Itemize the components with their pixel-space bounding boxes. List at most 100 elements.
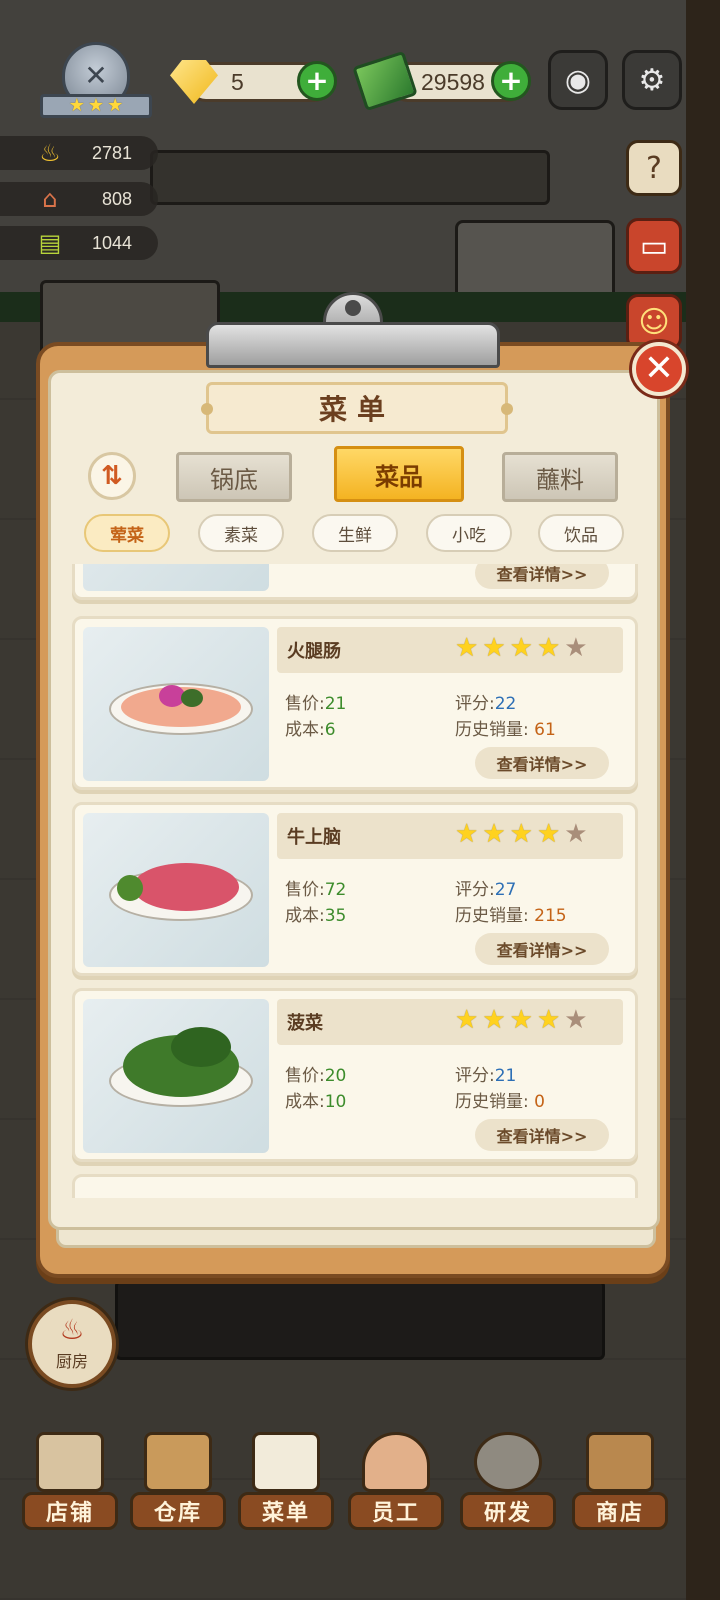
cost-value: 10	[324, 1092, 347, 1112]
dish-card[interactable]: 牛上脑 ★ ★ ★ ★ ★ 售价:72 成本:35 评分:27 历史销量: 21…	[72, 802, 638, 976]
star-icon: ★	[509, 819, 533, 849]
cost-label: 成本	[285, 906, 319, 926]
star-icon: ★	[455, 1005, 479, 1035]
sales-label: 历史销量	[455, 720, 523, 740]
score-label: 评分	[455, 1066, 489, 1086]
dish-name: 火腿肠	[287, 641, 341, 662]
nav-staff[interactable]: 员工	[344, 1424, 448, 1534]
sales-value: 215	[534, 906, 567, 926]
star-icon: ★	[509, 1005, 533, 1035]
price-label: 售价	[285, 1066, 319, 1086]
view-details-button[interactable]: 查看详情>>	[475, 564, 609, 589]
star-icon: ★	[482, 633, 506, 663]
star-icon: ★	[455, 819, 479, 849]
price-label: 售价	[285, 694, 319, 714]
star-icon: ★	[482, 1005, 506, 1035]
price-value: 20	[324, 1066, 347, 1086]
cost-value: 6	[324, 720, 336, 740]
stat-value: 808	[101, 188, 132, 209]
camera-button[interactable]: ◉	[548, 50, 608, 110]
score-value: 22	[494, 694, 517, 714]
kitchen-button[interactable]: ♨ 厨房	[28, 1300, 116, 1388]
stat-value: 1044	[91, 232, 132, 253]
star-icon: ★	[509, 633, 533, 663]
score-label: 评分	[455, 694, 489, 714]
hotpot-icon: ♨	[39, 139, 61, 167]
page-title: 菜单	[318, 393, 395, 426]
star-icon: ★	[68, 95, 85, 116]
category-snacks[interactable]: 小吃	[426, 514, 512, 552]
cost-label: 成本	[285, 1092, 319, 1112]
sales-value: 0	[534, 1092, 545, 1112]
boxes-icon	[144, 1432, 212, 1492]
star-icon: ★	[87, 95, 105, 116]
rank-stars: ★ ★ ★	[40, 94, 152, 118]
kitchen-label: 厨房	[55, 1352, 88, 1371]
star-icon: ★	[107, 95, 124, 116]
add-gems-button[interactable]: +	[297, 61, 337, 101]
recipe-book-button[interactable]: ?	[626, 140, 682, 196]
gear-icon: ⚙	[638, 62, 666, 98]
cost-value: 35	[324, 906, 347, 926]
view-details-button[interactable]: 查看详情>>	[475, 747, 609, 779]
hotpot-icon: ♨	[59, 1313, 85, 1346]
tab-soup-base[interactable]: 锅底	[176, 452, 292, 502]
category-vegetable[interactable]: 素菜	[198, 514, 284, 552]
stat-dishes: 808	[0, 182, 158, 216]
tab-dishes[interactable]: 菜品	[334, 446, 464, 502]
dish-name: 菠菜	[287, 1013, 323, 1034]
sales-label: 历史销量	[455, 1092, 523, 1112]
star-icon: ★	[536, 633, 561, 663]
dish-image	[83, 813, 269, 967]
star-empty-icon: ★	[564, 633, 588, 663]
dish-name: 牛上脑	[287, 827, 341, 848]
close-icon: ✕	[643, 348, 675, 389]
score-label: 评分	[455, 880, 489, 900]
score-value: 27	[494, 880, 517, 900]
stat-value: 2781	[91, 142, 132, 163]
cash-count: 29598	[421, 68, 485, 95]
close-button[interactable]: ✕	[632, 342, 686, 396]
nav-menu[interactable]: 菜单	[234, 1424, 338, 1534]
star-empty-icon: ★	[564, 1005, 588, 1035]
clipboard-icon	[252, 1432, 320, 1492]
price-label: 售价	[285, 880, 319, 900]
nav-research[interactable]: 研发	[456, 1424, 560, 1534]
red-book-button[interactable]: ▭	[626, 218, 682, 274]
lion-dance-icon: ☺	[638, 304, 670, 340]
nav-warehouse[interactable]: 仓库	[126, 1424, 230, 1534]
nav-store[interactable]: 店铺	[18, 1424, 122, 1534]
settings-button[interactable]: ⚙	[622, 50, 682, 110]
star-icon: ★	[482, 819, 506, 849]
dish-list[interactable]: 查看详情>> 火腿肠 ★ ★ ★ ★ ★ 售价:21 成本:6 评分:22 历史…	[62, 564, 648, 1198]
view-details-button[interactable]: 查看详情>>	[475, 933, 609, 965]
chef-icon	[362, 1432, 430, 1492]
category-meat[interactable]: 荤菜	[84, 514, 170, 552]
dish-card[interactable]: 火腿肠 ★ ★ ★ ★ ★ 售价:21 成本:6 评分:22 历史销量: 61 …	[72, 616, 638, 790]
chef-rank-badge-icon[interactable]: ✕ ★ ★ ★	[40, 42, 152, 122]
add-cash-button[interactable]: +	[491, 61, 531, 101]
category-fresh[interactable]: 生鲜	[312, 514, 398, 552]
dish-image	[83, 999, 269, 1153]
shop-icon	[586, 1432, 654, 1492]
sort-icon: ⇅	[101, 461, 123, 491]
sales-value: 61	[534, 720, 556, 740]
sort-button[interactable]: ⇅	[88, 452, 136, 500]
tab-dipping-sauce[interactable]: 蘸料	[502, 452, 618, 502]
dish-rating: ★ ★ ★ ★ ★	[455, 635, 588, 661]
star-empty-icon: ★	[564, 819, 588, 849]
price-value: 21	[324, 694, 347, 714]
view-details-button[interactable]: 查看详情>>	[475, 1119, 609, 1151]
category-drinks[interactable]: 饮品	[538, 514, 624, 552]
book-icon: ▭	[639, 228, 669, 264]
cost-label: 成本	[285, 720, 319, 740]
star-icon: ★	[455, 633, 479, 663]
camera-icon: ◉	[564, 62, 592, 98]
dish-card-partial: 查看详情>>	[72, 564, 638, 600]
dish-card[interactable]: 菠菜 ★ ★ ★ ★ ★ 售价:20 成本:10 评分:21 历史销量: 0 查…	[72, 988, 638, 1162]
price-value: 72	[324, 880, 347, 900]
gem-count: 5	[231, 68, 244, 95]
stat-hotpot: 2781	[0, 136, 158, 170]
dish-rating: ★ ★ ★ ★ ★	[455, 1007, 588, 1033]
nav-shop[interactable]: 商店	[568, 1424, 672, 1534]
